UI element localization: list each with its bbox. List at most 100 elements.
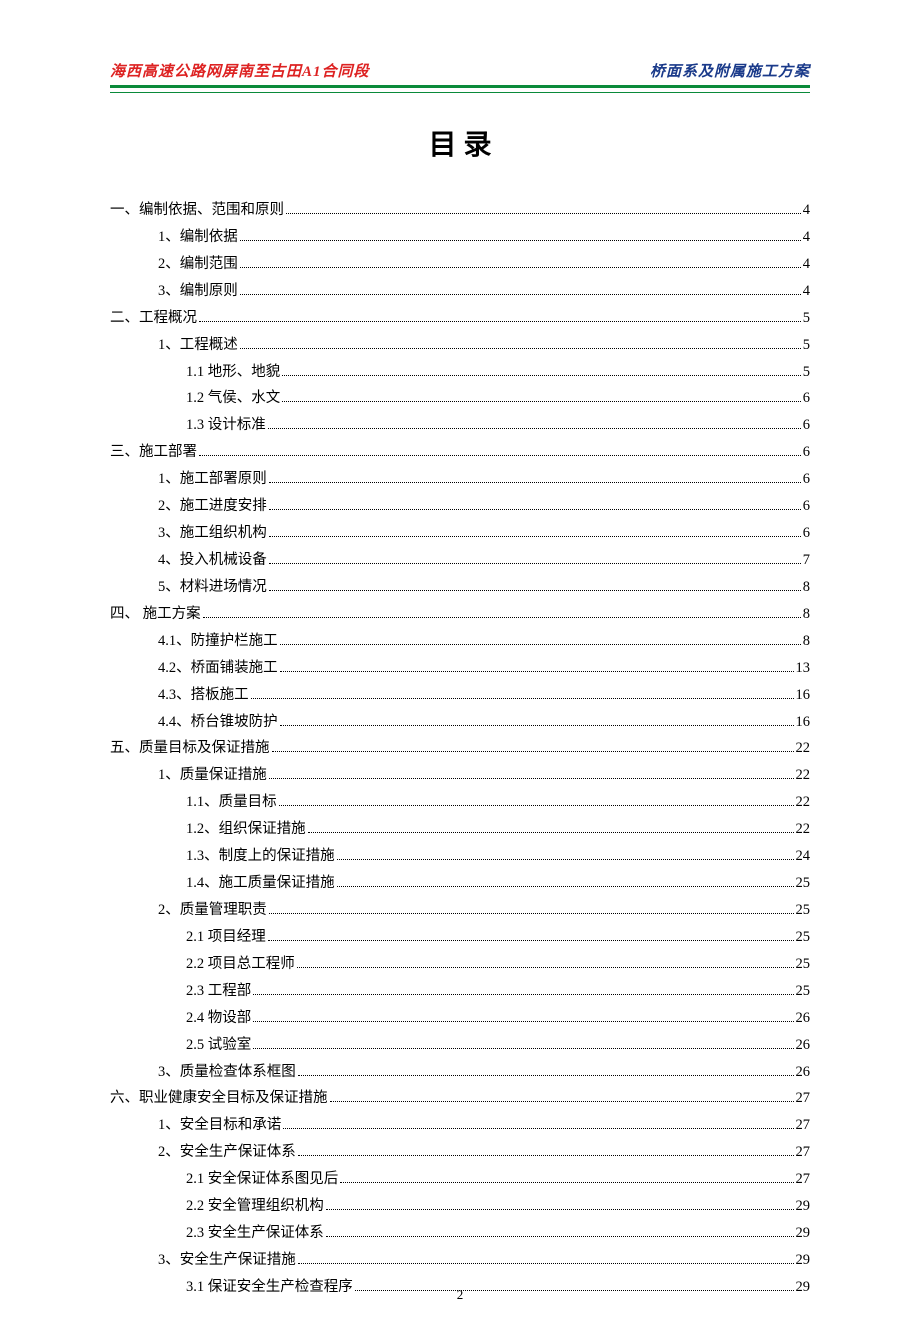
toc-entry[interactable]: 4.3、搭板施工16 — [110, 684, 810, 708]
toc-entry-label: 二、工程概况 — [110, 307, 197, 331]
toc-entry-page: 22 — [796, 737, 811, 761]
toc-entry[interactable]: 2.2 安全管理组织机构 29 — [110, 1195, 810, 1219]
toc-entry-label: 4.2、桥面铺装施工 — [158, 657, 278, 681]
toc-entry[interactable]: 2.5 试验室26 — [110, 1034, 810, 1058]
toc-entry[interactable]: 1.2、组织保证措施22 — [110, 818, 810, 842]
toc-leader-dots — [282, 393, 801, 403]
toc-entry[interactable]: 1.1、质量目标22 — [110, 791, 810, 815]
header-left-text: 海西高速公路网屏南至古田A1合同段 — [110, 60, 370, 81]
toc-entry[interactable]: 1、安全目标和承诺27 — [110, 1114, 810, 1138]
toc-entry[interactable]: 3、施工组织机构6 — [110, 522, 810, 546]
toc-entry[interactable]: 1、质量保证措施22 — [110, 764, 810, 788]
toc-entry[interactable]: 2、安全生产保证体系27 — [110, 1141, 810, 1165]
toc-entry-page: 5 — [803, 361, 810, 385]
toc-entry-page: 27 — [796, 1168, 811, 1192]
toc-entry-label: 3、施工组织机构 — [158, 522, 267, 546]
toc-entry[interactable]: 二、工程概况 5 — [110, 307, 810, 331]
toc-entry[interactable]: 三、施工部署6 — [110, 441, 810, 465]
toc-leader-dots — [326, 1227, 794, 1237]
toc-entry-page: 27 — [796, 1087, 811, 1111]
toc-entry-page: 26 — [796, 1034, 811, 1058]
toc-entry[interactable]: 六、职业健康安全目标及保证措施27 — [110, 1087, 810, 1111]
toc-leader-dots — [337, 877, 794, 887]
toc-entry[interactable]: 2.2 项目总工程师25 — [110, 953, 810, 977]
toc-entry-page: 8 — [803, 603, 810, 627]
toc-entry[interactable]: 2.3 工程部25 — [110, 980, 810, 1004]
toc-entry[interactable]: 2、编制范围 4 — [110, 253, 810, 277]
header-rule-thin — [110, 92, 810, 93]
toc-entry-page: 22 — [796, 791, 811, 815]
toc-entry[interactable]: 四、 施工方案 8 — [110, 603, 810, 627]
toc-entry-label: 2、编制范围 — [158, 253, 238, 277]
toc-entry-page: 22 — [796, 818, 811, 842]
toc-leader-dots — [279, 797, 794, 807]
toc-leader-dots — [240, 231, 801, 241]
toc-entry[interactable]: 1.4、施工质量保证措施 25 — [110, 872, 810, 896]
toc-entry[interactable]: 五、质量目标及保证措施 22 — [110, 737, 810, 761]
toc-entry-page: 25 — [796, 872, 811, 896]
toc-leader-dots — [240, 285, 801, 295]
toc-entry[interactable]: 3、质量检查体系框图26 — [110, 1061, 810, 1085]
toc-leader-dots — [280, 716, 794, 726]
toc-entry-label: 1、安全目标和承诺 — [158, 1114, 281, 1138]
toc-entry[interactable]: 2.3 安全生产保证体系 29 — [110, 1222, 810, 1246]
toc-entry[interactable]: 1.2 气侯、水文6 — [110, 387, 810, 411]
toc-entry[interactable]: 一、编制依据、范围和原则4 — [110, 199, 810, 223]
toc-entry[interactable]: 2、质量管理职责25 — [110, 899, 810, 923]
toc-entry-page: 6 — [803, 387, 810, 411]
toc-leader-dots — [298, 1254, 794, 1264]
toc-entry-page: 8 — [803, 576, 810, 600]
toc-entry-label: 1.1 地形、地貌 — [186, 361, 280, 385]
toc-leader-dots — [280, 662, 794, 672]
toc-entry-label: 一、编制依据、范围和原则 — [110, 199, 284, 223]
toc-entry[interactable]: 1、施工部署原则6 — [110, 468, 810, 492]
toc-entry-label: 1.3、制度上的保证措施 — [186, 845, 335, 869]
document-page: 海西高速公路网屏南至古田A1合同段 桥面系及附属施工方案 目 录 一、编制依据、… — [0, 0, 920, 1343]
toc-entry[interactable]: 4.4、桥台锥坡防护16 — [110, 711, 810, 735]
toc-leader-dots — [286, 204, 801, 214]
toc-leader-dots — [282, 366, 801, 376]
toc-entry-page: 5 — [803, 307, 810, 331]
toc-entry[interactable]: 1.3、制度上的保证措施 24 — [110, 845, 810, 869]
toc-entry-page: 25 — [796, 953, 811, 977]
toc-entry[interactable]: 1、工程概述5 — [110, 334, 810, 358]
toc-leader-dots — [269, 581, 801, 591]
toc-entry-label: 2.2 安全管理组织机构 — [186, 1195, 324, 1219]
toc-entry[interactable]: 1、编制依据4 — [110, 226, 810, 250]
toc-entry[interactable]: 2.1 安全保证体系图见后 27 — [110, 1168, 810, 1192]
toc-leader-dots — [298, 1066, 794, 1076]
toc-entry[interactable]: 1.1 地形、地貌 5 — [110, 361, 810, 385]
toc-leader-dots — [326, 1200, 794, 1210]
toc-entry-label: 四、 施工方案 — [110, 603, 201, 627]
toc-entry[interactable]: 3、安全生产保证措施29 — [110, 1249, 810, 1273]
toc-entry-label: 1.3 设计标准 — [186, 414, 266, 438]
toc-entry-page: 29 — [796, 1195, 811, 1219]
toc-entry-label: 3、安全生产保证措施 — [158, 1249, 296, 1273]
toc-entry[interactable]: 2.1 项目经理25 — [110, 926, 810, 950]
toc-entry[interactable]: 1.3 设计标准 6 — [110, 414, 810, 438]
toc-entry[interactable]: 5、材料进场情况8 — [110, 576, 810, 600]
toc-leader-dots — [272, 743, 794, 753]
toc-entry-page: 24 — [796, 845, 811, 869]
toc-entry-page: 29 — [796, 1222, 811, 1246]
toc-entry-page: 4 — [803, 253, 810, 277]
toc-entry[interactable]: 2.4 物设部26 — [110, 1007, 810, 1031]
toc-entry-page: 16 — [796, 711, 811, 735]
toc-leader-dots — [253, 1039, 793, 1049]
toc-entry-label: 1、施工部署原则 — [158, 468, 267, 492]
toc-entry[interactable]: 3、编制原则4 — [110, 280, 810, 304]
toc-entry-label: 2.4 物设部 — [186, 1007, 251, 1031]
toc-entry[interactable]: 4.2、桥面铺装施工13 — [110, 657, 810, 681]
toc-entry-label: 2.1 安全保证体系图见后 — [186, 1168, 338, 1192]
toc-entry-page: 7 — [803, 549, 810, 573]
toc-entry[interactable]: 2、施工进度安排6 — [110, 495, 810, 519]
toc-entry-page: 6 — [803, 414, 810, 438]
toc-entry[interactable]: 4.1、防撞护栏施工8 — [110, 630, 810, 654]
toc-entry-label: 2.3 安全生产保证体系 — [186, 1222, 324, 1246]
toc-entry-label: 五、质量目标及保证措施 — [110, 737, 270, 761]
toc-entry-label: 3、编制原则 — [158, 280, 238, 304]
toc-entry-label: 1.4、施工质量保证措施 — [186, 872, 335, 896]
toc-entry-label: 2、质量管理职责 — [158, 899, 267, 923]
toc-entry[interactable]: 4、投入机械设备7 — [110, 549, 810, 573]
toc-entry-label: 2、安全生产保证体系 — [158, 1141, 296, 1165]
